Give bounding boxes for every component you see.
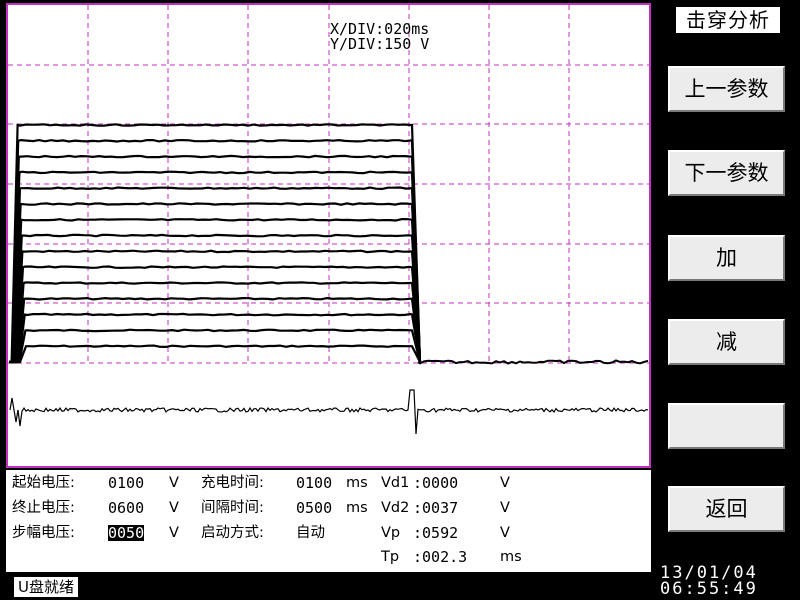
charge-time-value[interactable]: 0100 — [296, 475, 332, 491]
charge-time-label: 充电时间: — [201, 475, 264, 491]
stop-voltage-label: 终止电压: — [12, 500, 75, 516]
interval-time-label: 间隔时间: — [201, 500, 264, 516]
next-param-button[interactable]: 下一参数 — [668, 150, 785, 196]
interval-time-value[interactable]: 0500 — [296, 500, 332, 516]
y-div-readout: Y/DIV:150 V — [330, 35, 430, 53]
vd2-unit: V — [500, 500, 510, 516]
vd2-label: Vd2 — [381, 500, 410, 516]
vd1-value: :0000 — [413, 474, 459, 492]
charge-time-unit: ms — [346, 475, 368, 491]
tp-unit: ms — [500, 549, 522, 565]
stop-voltage-unit: V — [169, 500, 179, 516]
step-trace — [9, 344, 421, 364]
time-readout: 06:55:49 — [660, 579, 758, 599]
oscilloscope-display: X/DIV:020ms Y/DIV:150 V — [6, 3, 651, 468]
usb-status: U盘就绪 — [14, 577, 78, 597]
start-mode-label: 启动方式: — [201, 525, 264, 541]
decrease-button[interactable]: 减 — [668, 319, 785, 365]
tp-value: :002.3 — [413, 548, 468, 566]
interval-time-unit: ms — [346, 500, 368, 516]
start-voltage-label: 起始电压: — [12, 475, 75, 491]
step-trace — [9, 123, 422, 364]
vd1-unit: V — [500, 475, 510, 491]
parameter-panel: 起始电压: 0100 V 充电时间: 0100 ms Vd1 :0000 V 终… — [6, 470, 651, 572]
vp-value: :0592 — [413, 524, 459, 542]
step-trace — [9, 281, 422, 364]
back-button[interactable]: 返回 — [668, 486, 785, 532]
tp-label: Tp — [381, 549, 400, 565]
step-voltage-value[interactable]: 0050 — [108, 525, 145, 541]
increase-button[interactable]: 加 — [668, 235, 785, 281]
prev-param-button[interactable]: 上一参数 — [668, 66, 785, 112]
step-voltage-label: 步幅电压: — [12, 525, 75, 541]
stop-voltage-value[interactable]: 0600 — [108, 500, 144, 516]
vd2-value: :0037 — [413, 499, 459, 517]
mode-title: 击穿分析 — [676, 7, 780, 33]
step-voltage-unit: V — [169, 525, 179, 541]
start-voltage-unit: V — [169, 475, 179, 491]
waveform-plot — [8, 5, 649, 435]
current-trace — [9, 389, 649, 435]
start-mode-value[interactable]: 自动 — [296, 525, 325, 541]
blank-button[interactable] — [668, 403, 785, 449]
step-trace — [9, 312, 422, 364]
step-trace — [9, 186, 422, 364]
start-voltage-value[interactable]: 0100 — [108, 475, 144, 491]
vd1-label: Vd1 — [381, 475, 410, 491]
vp-label: Vp — [381, 525, 401, 541]
step-trace — [9, 217, 422, 364]
vp-unit: V — [500, 525, 510, 541]
